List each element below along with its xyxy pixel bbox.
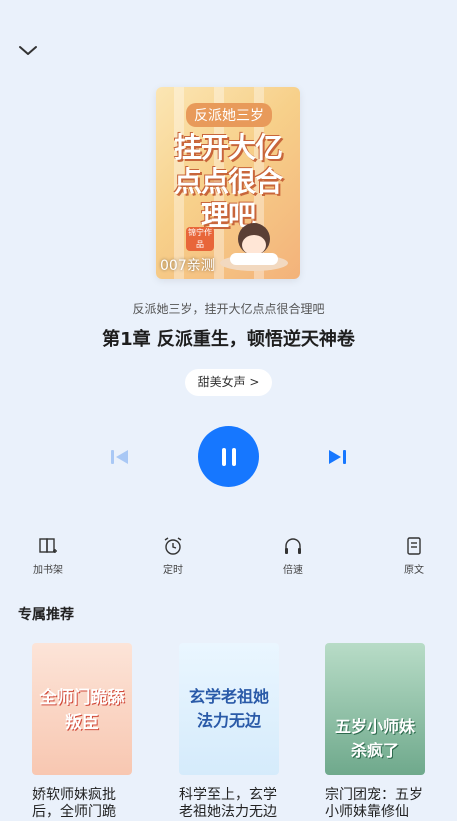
- cover-title-art: 全师门跪舔叛臣: [39, 688, 125, 733]
- skip-previous-icon: [111, 450, 128, 464]
- document-icon: [407, 537, 421, 555]
- recommend-book-cover: 五岁小师妹杀疯了: [325, 643, 425, 775]
- recommend-book-cover: 玄学老祖她法力无边: [179, 643, 279, 775]
- tool-label: 原文: [404, 565, 424, 576]
- pause-icon: [221, 447, 236, 466]
- recommend-book-name: 科学至上，玄学老祖她法力无边: [179, 787, 277, 820]
- recommend-book-name: 娇软师妹疯批后，全师门跪: [32, 787, 116, 820]
- recommend-book-item[interactable]: 五岁小师妹杀疯了 宗门团宠：五岁小师妹靠修仙: [325, 643, 425, 821]
- skip-next-icon: [329, 450, 346, 464]
- recommend-book-item[interactable]: 全师门跪舔叛臣 娇软师妹疯批后，全师门跪: [32, 643, 132, 821]
- next-chapter-button[interactable]: [325, 445, 349, 469]
- voice-select-button[interactable]: 甜美女声 >: [185, 369, 272, 396]
- sleep-timer-button[interactable]: 定时: [138, 536, 208, 576]
- headphones-icon: [285, 538, 301, 554]
- add-to-bookshelf-button[interactable]: 加书架: [13, 536, 83, 576]
- original-text-button[interactable]: 原文: [379, 536, 449, 576]
- chevron-down-icon: [19, 46, 37, 55]
- recommend-book-item[interactable]: 玄学老祖她法力无边 科学至上，玄学老祖她法力无边: [179, 643, 279, 821]
- recommend-book-name: 宗门团宠：五岁小师妹靠修仙: [325, 787, 423, 820]
- tool-label: 倍速: [283, 565, 303, 576]
- cover-seal: 锦宁作品: [186, 227, 214, 251]
- collapse-button[interactable]: [14, 38, 42, 62]
- previous-chapter-button[interactable]: [108, 445, 132, 469]
- cover-title-art: 玄学老祖她法力无边: [188, 687, 269, 730]
- tool-label: 定时: [163, 565, 183, 576]
- pause-button[interactable]: [198, 426, 259, 487]
- narrator-label: 007亲测: [160, 258, 215, 274]
- cover-title-art: 五岁小师妹杀疯了: [334, 717, 415, 760]
- bookshelf-add-icon: [39, 538, 57, 553]
- cover-tag: 反派她三岁: [186, 103, 272, 127]
- recommend-section-title: 专属推荐: [18, 607, 74, 623]
- alarm-icon: [164, 537, 182, 555]
- playback-speed-button[interactable]: 倍速: [258, 536, 328, 576]
- book-cover: 反派她三岁 挂开大亿点点很合理吧 锦宁作品 007亲测: [156, 87, 300, 279]
- cover-illustration: [220, 223, 288, 271]
- book-title: 反派她三岁，挂开大亿点点很合理吧: [132, 302, 325, 316]
- tool-label: 加书架: [33, 565, 63, 576]
- chapter-title: 第1章 反派重生，顿悟逆天神卷: [102, 329, 355, 350]
- recommend-book-cover: 全师门跪舔叛臣: [32, 643, 132, 775]
